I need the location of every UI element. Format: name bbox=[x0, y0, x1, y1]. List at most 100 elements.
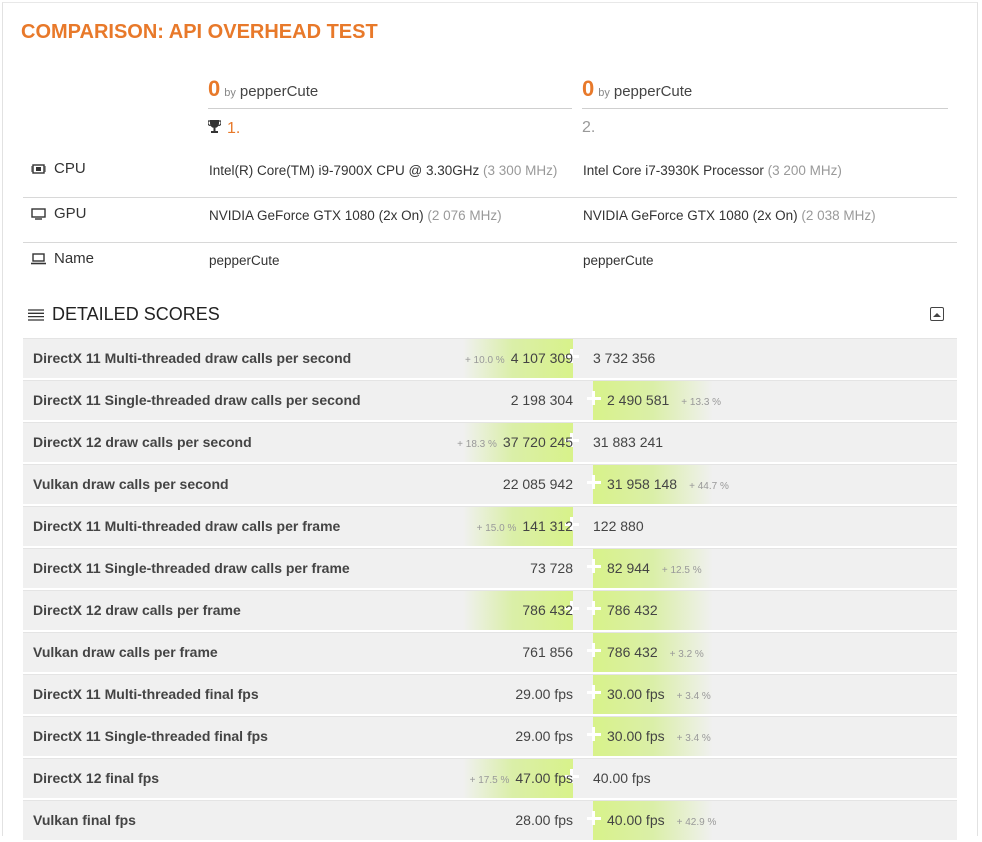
score-value-right: 122 880 bbox=[593, 518, 644, 534]
score-value-right: 3 732 356 bbox=[593, 350, 656, 366]
score-value-left: 29.00 fps bbox=[515, 686, 573, 702]
score-label: DirectX 12 final fps bbox=[33, 770, 160, 786]
result-header-2: 0 by pepperCute 2. bbox=[582, 76, 948, 139]
percent-badge: + 10.0 % bbox=[464, 355, 505, 366]
plus-icon bbox=[587, 727, 601, 741]
score-value-left: 22 085 942 bbox=[502, 476, 573, 492]
score-value-left: + 18.3 % 37 720 245 bbox=[457, 434, 573, 450]
score-value-right: 82 944 + 12.5 % bbox=[607, 560, 702, 576]
score-label: DirectX 12 draw calls per second bbox=[33, 434, 252, 450]
plus-icon bbox=[587, 643, 601, 657]
name-value-left: pepperCute bbox=[209, 253, 280, 268]
detailed-scores-header: DETAILED SCORES bbox=[28, 304, 220, 325]
table-row: DirectX 12 final fps + 17.5 % 47.00 fps 40.… bbox=[23, 758, 957, 798]
score-value-left: 2 198 304 bbox=[510, 392, 573, 408]
score-value-left: 28.00 fps bbox=[515, 812, 573, 828]
gpu-value-left: NVIDIA GeForce GTX 1080 (2x On) (2 076 M… bbox=[209, 208, 502, 223]
score-value-right: 786 432 bbox=[607, 602, 658, 618]
plus-icon bbox=[587, 391, 601, 405]
score-value-right: 40.00 fps bbox=[593, 770, 651, 786]
percent-badge: + 18.3 % bbox=[457, 439, 497, 450]
monitor-icon bbox=[31, 207, 46, 220]
plus-icon bbox=[587, 559, 601, 573]
info-label-cpu: CPU bbox=[54, 160, 86, 177]
score-value-left: + 17.5 % 47.00 fps bbox=[469, 770, 573, 786]
plus-icon bbox=[587, 685, 601, 699]
score-label: Vulkan draw calls per second bbox=[33, 476, 229, 492]
score-value-right: 786 432 + 3.2 % bbox=[607, 644, 704, 660]
percent-badge: + 17.5 % bbox=[469, 775, 510, 786]
percent-badge: + 3.4 % bbox=[676, 691, 711, 702]
detailed-scores-title: DETAILED SCORES bbox=[52, 304, 220, 324]
table-row: DirectX 11 Multi-threaded draw calls per… bbox=[23, 338, 957, 378]
table-row: DirectX 12 draw calls per second + 18.3 %… bbox=[23, 422, 957, 462]
table-row: Vulkan final fps 28.00 fps 40.00 fps + 42.9… bbox=[23, 800, 957, 840]
rank-label: 1. bbox=[227, 120, 241, 138]
cpu-icon bbox=[31, 163, 46, 174]
name-value-right: pepperCute bbox=[583, 253, 654, 268]
score-label: DirectX 11 Single-threaded draw calls pe… bbox=[33, 392, 361, 408]
score-by: by bbox=[598, 87, 610, 99]
score-label: Vulkan final fps bbox=[33, 812, 136, 828]
plus-icon bbox=[587, 475, 601, 489]
score-label: DirectX 11 Multi-threaded draw calls per… bbox=[33, 350, 352, 366]
percent-badge: + 3.4 % bbox=[676, 733, 711, 744]
table-row: DirectX 11 Single-threaded final fps 29.0… bbox=[23, 716, 957, 756]
table-row: DirectX 11 Multi-threaded final fps 29.00… bbox=[23, 674, 957, 714]
plus-icon bbox=[587, 601, 601, 615]
plus-icon bbox=[587, 811, 601, 825]
score-label: DirectX 11 Single-threaded draw calls pe… bbox=[33, 560, 350, 576]
score-value-right: 30.00 fps + 3.4 % bbox=[607, 728, 711, 744]
laptop-icon bbox=[31, 252, 46, 265]
score-value-right: 30.00 fps + 3.4 % bbox=[607, 686, 711, 702]
score-value-left: 29.00 fps bbox=[515, 728, 573, 744]
info-row-name: Name pepperCute pepperCute bbox=[23, 242, 957, 287]
cpu-value-left: Intel(R) Core(TM) i9-7900X CPU @ 3.30GHz… bbox=[209, 163, 558, 178]
score-label: DirectX 11 Multi-threaded draw calls per… bbox=[33, 518, 341, 534]
score-value-right: 31 958 148 + 44.7 % bbox=[607, 476, 729, 492]
collapse-button[interactable] bbox=[930, 307, 944, 321]
score-by: by bbox=[224, 87, 236, 99]
percent-badge: + 3.2 % bbox=[669, 649, 704, 660]
score-value-right: 31 883 241 bbox=[593, 434, 664, 450]
table-row: DirectX 11 Multi-threaded draw calls per… bbox=[23, 506, 957, 546]
trophy-icon bbox=[207, 119, 222, 139]
info-row-gpu: GPU NVIDIA GeForce GTX 1080 (2x On) (2 0… bbox=[23, 197, 957, 243]
percent-badge: + 13.3 % bbox=[681, 397, 722, 408]
info-label-gpu: GPU bbox=[54, 205, 87, 222]
score-value: 0 bbox=[582, 76, 595, 101]
chevron-up-icon bbox=[933, 305, 941, 323]
percent-badge: + 42.9 % bbox=[676, 817, 717, 828]
table-row: Vulkan draw calls per second 22 085 942 31… bbox=[23, 464, 957, 504]
score-user-link[interactable]: pepperCute bbox=[614, 83, 692, 100]
table-row: DirectX 12 draw calls per frame 786 432 78… bbox=[23, 590, 957, 630]
rank-label: 2. bbox=[582, 119, 596, 136]
gpu-value-right: NVIDIA GeForce GTX 1080 (2x On) (2 038 M… bbox=[583, 208, 876, 223]
info-row-cpu: CPU Intel(R) Core(TM) i9-7900X CPU @ 3.3… bbox=[23, 152, 957, 198]
score-label: DirectX 11 Single-threaded final fps bbox=[33, 728, 268, 744]
percent-badge: + 12.5 % bbox=[661, 565, 702, 576]
score-user-link[interactable]: pepperCute bbox=[240, 83, 318, 100]
detailed-scores-table: DirectX 11 Multi-threaded draw calls per… bbox=[23, 338, 957, 842]
score-value-right: 2 490 581 + 13.3 % bbox=[607, 392, 722, 408]
table-row: DirectX 11 Single-threaded draw calls pe… bbox=[23, 380, 957, 420]
list-icon bbox=[28, 308, 44, 321]
score-value-left: + 10.0 % 4 107 309 bbox=[464, 350, 573, 366]
score-value-right: 40.00 fps + 42.9 % bbox=[607, 812, 717, 828]
score-label: DirectX 11 Multi-threaded final fps bbox=[33, 686, 259, 702]
info-label-name: Name bbox=[54, 250, 95, 267]
percent-badge: + 15.0 % bbox=[476, 523, 517, 534]
table-row: DirectX 11 Single-threaded draw calls pe… bbox=[23, 548, 957, 588]
table-row: Vulkan draw calls per frame 761 856 786 43… bbox=[23, 632, 957, 672]
score-value-left: 73 728 bbox=[530, 560, 573, 576]
score-label: Vulkan draw calls per frame bbox=[33, 644, 218, 660]
score-value-left: 761 856 bbox=[522, 644, 573, 660]
score-label: DirectX 12 draw calls per frame bbox=[33, 602, 241, 618]
percent-badge: + 44.7 % bbox=[689, 481, 729, 492]
result-header-1: 0 by pepperCute 1. bbox=[207, 76, 572, 139]
page-title: COMPARISON: API OVERHEAD TEST bbox=[21, 21, 378, 43]
cpu-value-right: Intel Core i7-3930K Processor (3 200 MHz… bbox=[583, 163, 842, 178]
score-value: 0 bbox=[208, 76, 221, 101]
score-value-left: 786 432 bbox=[522, 602, 573, 618]
score-value-left: + 15.0 % 141 312 bbox=[476, 518, 573, 534]
